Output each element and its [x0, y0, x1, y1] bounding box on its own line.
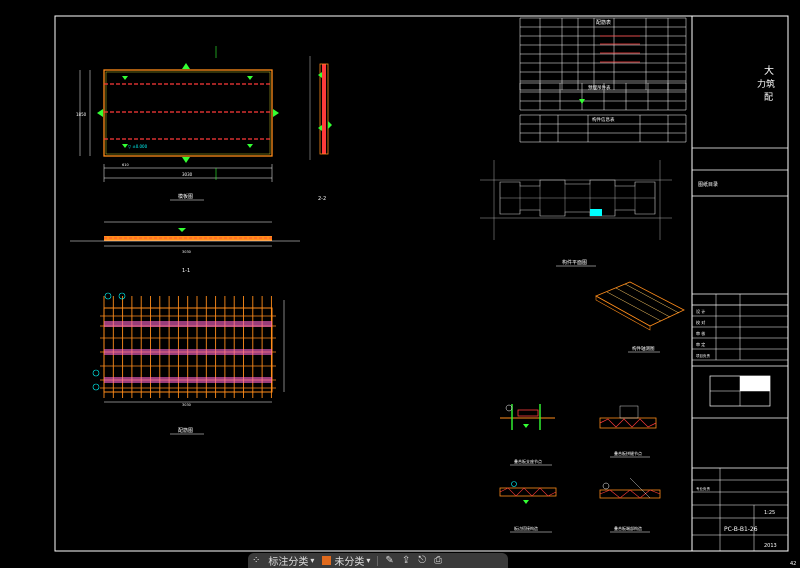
- detail-b: 叠合板拼缝节点: [599, 405, 657, 458]
- rebar-view-title: 配筋图: [178, 427, 193, 434]
- cell-approve: 审 定: [696, 341, 705, 347]
- export-icon: ⎋: [418, 555, 427, 566]
- site-plan-title: 构件平面图: [562, 259, 587, 266]
- markup-category-button[interactable]: 标注分类 ▾: [264, 553, 318, 568]
- drawing-date: 2013: [764, 543, 777, 549]
- site-highlight: [590, 209, 602, 216]
- drawing-number: PC-B-B1-26: [724, 526, 758, 533]
- cad-drawing-canvas[interactable]: 大 力筑 配 图纸目录 设 计 校 对 审 核 审 定 项目负责 专业负责 PC…: [0, 0, 800, 568]
- iso-view-title: 构件轴测图: [632, 345, 655, 352]
- markup-category-label: 标注分类: [268, 557, 309, 568]
- category-color-swatch: [322, 556, 332, 565]
- export-button[interactable]: ⎋: [414, 553, 430, 568]
- plan-elev: ▽ ±0.000: [128, 144, 148, 149]
- title-vertical-1: 大: [764, 64, 774, 77]
- rebar-table: [519, 17, 687, 91]
- iso-view: 构件轴测图: [595, 281, 685, 353]
- cell-check: 校 对: [696, 319, 705, 325]
- print-button[interactable]: ⎙: [430, 553, 446, 568]
- section-2-2: 2-2: [309, 56, 332, 202]
- chevron-down-icon: ▾: [310, 556, 315, 565]
- category-select[interactable]: 未分类 ▾: [318, 553, 374, 568]
- pen-icon: ✎: [385, 555, 394, 566]
- logo-mark: [740, 376, 770, 391]
- section-11-dim: 3030: [182, 250, 191, 254]
- rebar-dim: 3030: [182, 403, 191, 407]
- cell-project-lead: 项目负责: [696, 353, 710, 358]
- plan-view-title: 模板图: [178, 193, 193, 200]
- page-corner: 42: [790, 561, 796, 567]
- share-button[interactable]: ⇪: [398, 553, 414, 568]
- chevron-down-icon: ▾: [366, 556, 371, 565]
- title-vertical-2: 力筑: [757, 78, 775, 90]
- title-block-project: 图纸目录: [698, 181, 718, 188]
- detail-d: 叠合板端部构造: [599, 477, 661, 533]
- category-select-label: 未分类: [334, 557, 365, 568]
- detail-d-title: 叠合板端部构造: [614, 525, 642, 531]
- plan-dim-610: 610: [122, 163, 129, 167]
- cell-discipline-lead: 专业负责: [696, 486, 710, 491]
- rebar-view: [92, 292, 285, 403]
- site-plan: 构件平面图: [480, 160, 672, 267]
- drawing-frame: [54, 15, 789, 552]
- section-11-title: 1-1: [182, 268, 190, 274]
- table3-title: 构件信息表: [592, 116, 615, 123]
- grid-icon: ⁘: [252, 555, 261, 566]
- table2-title: 预埋吊件表: [588, 84, 611, 91]
- share-icon: ⇪: [401, 555, 411, 566]
- plan-dim-width: 3030: [182, 172, 193, 177]
- cell-review: 审 核: [696, 330, 705, 336]
- section-1-1: 3030 1-1: [70, 221, 300, 274]
- detail-c-title: 板边搭接构造: [514, 525, 538, 531]
- detail-c: 板边搭接构造: [499, 481, 557, 533]
- plan-dim-height: 1850: [76, 112, 87, 117]
- pen-tool-button[interactable]: ✎: [381, 553, 397, 568]
- plan-view: 3030 1850 610 ▽ ±0.000 模板图: [76, 46, 279, 201]
- title-vertical-3: 配: [764, 92, 773, 103]
- grid-view-button[interactable]: ⁘: [248, 553, 264, 568]
- markup-toolbar: ⁘ 标注分类 ▾ 未分类 ▾ ✎ ⇪ ⎋ ⎙: [248, 553, 508, 568]
- detail-a-title: 叠合板支座节点: [514, 458, 542, 464]
- table1-title: 配筋表: [596, 19, 611, 26]
- toolbar-divider: [377, 555, 379, 566]
- detail-a: 叠合板支座节点: [500, 404, 555, 466]
- drawing-scale: 1:25: [764, 510, 775, 516]
- cell-design: 设 计: [696, 308, 705, 314]
- print-icon: ⎙: [434, 555, 443, 566]
- detail-b-title: 叠合板拼缝节点: [614, 450, 642, 456]
- section-22-title: 2-2: [318, 196, 326, 202]
